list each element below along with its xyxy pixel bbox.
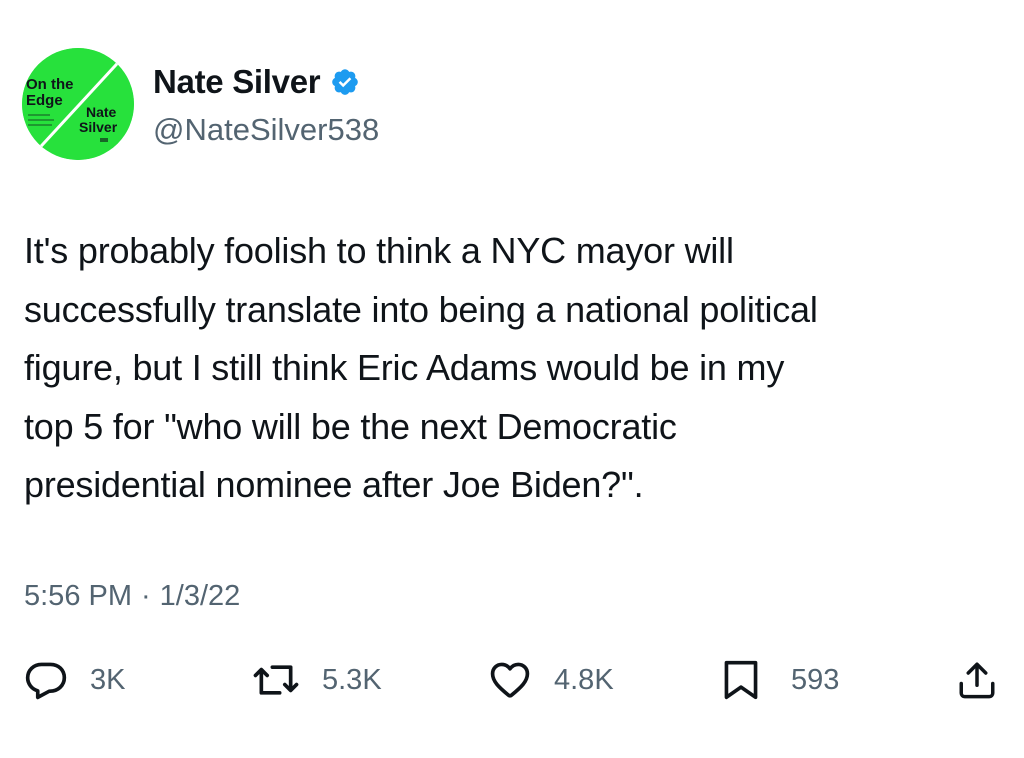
retweet-icon bbox=[252, 658, 300, 702]
author-name-row: Nate Silver bbox=[153, 62, 360, 102]
author-handle[interactable]: @NateSilver538 bbox=[153, 112, 379, 148]
avatar-title-line1: On the bbox=[26, 76, 74, 93]
bookmark-icon bbox=[721, 658, 761, 702]
tweet-text-line: presidential nominee after Joe Biden?". bbox=[24, 464, 644, 505]
share-button[interactable] bbox=[956, 650, 998, 710]
bookmark-count: 593 bbox=[791, 663, 840, 696]
avatar-title-line2: Edge bbox=[26, 92, 63, 109]
tweet-text: It's probably foolish to think a NYC may… bbox=[24, 222, 1009, 515]
reply-count: 3K bbox=[90, 663, 126, 696]
tweet-text-line: top 5 for "who will be the next Democrat… bbox=[24, 405, 677, 447]
tweet-text-line: It's probably foolish to think a NYC may… bbox=[24, 230, 734, 271]
share-icon bbox=[956, 658, 998, 702]
retweet-button[interactable]: 5.3K bbox=[252, 650, 382, 710]
tweet-date[interactable]: 1/3/22 bbox=[160, 580, 241, 613]
reply-icon bbox=[24, 658, 68, 702]
like-button[interactable]: 4.8K bbox=[488, 650, 614, 710]
tweet-text-line: figure, but I still think Eric Adams wou… bbox=[24, 347, 785, 388]
author-avatar[interactable]: On the Edge Nate Silver bbox=[22, 48, 134, 160]
heart-icon bbox=[488, 658, 532, 702]
tweet-text-line: successfully translate into being a nati… bbox=[24, 288, 818, 330]
tweet-time[interactable]: 5:56 PM bbox=[24, 580, 132, 613]
verified-badge-icon bbox=[330, 67, 360, 97]
reply-button[interactable]: 3K bbox=[24, 650, 125, 710]
avatar-name-line2: Silver bbox=[79, 119, 118, 135]
tweet-card: On the Edge Nate Silver Nate Silver @Nat… bbox=[0, 0, 1024, 758]
timestamp-separator: · bbox=[141, 580, 151, 612]
like-count: 4.8K bbox=[554, 663, 614, 696]
tweet-timestamp: 5:56 PM · 1/3/22 bbox=[24, 580, 240, 613]
author-display-name[interactable]: Nate Silver bbox=[153, 63, 321, 101]
retweet-count: 5.3K bbox=[322, 663, 382, 696]
tweet-action-bar: 3K 5.3K 4.8K 593 bbox=[0, 650, 1024, 710]
bookmark-button[interactable]: 593 bbox=[721, 650, 839, 710]
avatar-name-line1: Nate bbox=[86, 104, 117, 120]
book-cover-avatar-icon: On the Edge Nate Silver bbox=[22, 48, 134, 160]
